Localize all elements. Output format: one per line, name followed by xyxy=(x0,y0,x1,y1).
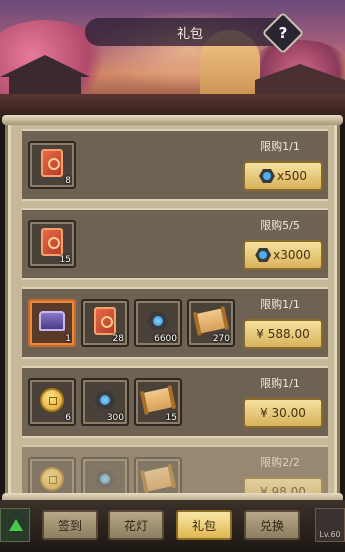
scroll-icon xyxy=(196,308,226,334)
frame-rail-top xyxy=(2,115,343,125)
scroll-icon xyxy=(143,466,173,492)
item-slot[interactable]: 6 xyxy=(28,378,76,426)
gem-currency-icon xyxy=(255,248,272,262)
red-card-icon xyxy=(41,149,63,178)
red-card-icon xyxy=(94,307,116,336)
item-qty: 15 xyxy=(165,413,177,423)
scroll-icon xyxy=(143,387,173,413)
purchase-limit: 限购1/1 xyxy=(260,298,300,311)
buy-price: x3000 xyxy=(273,248,311,262)
item-qty: 270 xyxy=(212,334,230,344)
buy-button[interactable]: x500 xyxy=(243,161,323,191)
pack-items xyxy=(28,457,182,494)
buy-price: x500 xyxy=(276,169,307,183)
purchase-limit: 限购1/1 xyxy=(260,140,300,153)
pack-row: 8 限购1/1 x500 xyxy=(22,129,328,201)
tab-lanterns[interactable]: 花灯 xyxy=(108,510,164,540)
buy-price: ¥ 588.00 xyxy=(256,327,310,341)
tab-exchange[interactable]: 兑换 xyxy=(244,510,300,540)
item-slot[interactable] xyxy=(28,457,76,494)
red-card-icon xyxy=(41,228,63,257)
buy-price: ¥ 30.00 xyxy=(260,406,306,420)
item-slot[interactable] xyxy=(134,457,182,494)
item-qty: 6 xyxy=(65,413,71,423)
pack-list-frame: 8 限购1/1 x500 15 限购5/5 x3000 1 28 6600 27… xyxy=(2,115,343,503)
item-slot[interactable]: 8 xyxy=(28,141,76,189)
pack-row: 15 限购5/5 x3000 xyxy=(22,208,328,280)
purchase-limit: 限购2/2 xyxy=(260,456,300,469)
pack-list[interactable]: 8 限购1/1 x500 15 限购5/5 x3000 1 28 6600 27… xyxy=(22,129,328,494)
purchase-limit: 限购5/5 xyxy=(260,219,300,232)
bottom-nav: 签到 花灯 礼包 兑换 Lv.60 xyxy=(0,500,345,552)
item-slot[interactable]: 28 xyxy=(81,299,129,347)
purchase-limit: 限购1/1 xyxy=(260,377,300,390)
gold-coin-icon xyxy=(40,467,64,492)
treasure-chest-icon xyxy=(39,311,65,332)
item-slot[interactable]: 270 xyxy=(187,299,235,347)
item-qty: 1 xyxy=(65,334,71,344)
pack-row: 限购2/2 ¥ 98.00 xyxy=(22,445,328,494)
item-qty: 28 xyxy=(112,334,124,344)
buy-button[interactable]: ¥ 98.00 xyxy=(243,477,323,494)
buy-button[interactable]: ¥ 30.00 xyxy=(243,398,323,428)
gem-currency-icon xyxy=(258,169,275,183)
buy-button[interactable]: x3000 xyxy=(243,240,323,270)
pack-row: 1 28 6600 270 限购1/1 ¥ 588.00 xyxy=(22,287,328,359)
item-qty: 8 xyxy=(65,176,71,186)
pack-items: 15 xyxy=(28,220,76,268)
level-up-button[interactable] xyxy=(0,508,30,542)
question-icon: ? xyxy=(278,24,288,42)
item-slot[interactable] xyxy=(81,457,129,494)
pack-items: 6 300 15 xyxy=(28,378,182,426)
item-qty: 300 xyxy=(106,413,124,423)
item-slot[interactable]: 15 xyxy=(134,378,182,426)
tab-packs[interactable]: 礼包 xyxy=(176,510,232,540)
item-slot[interactable]: 15 xyxy=(28,220,76,268)
pack-items: 8 xyxy=(28,141,76,189)
pack-row: 6 300 15 限购1/1 ¥ 30.00 xyxy=(22,366,328,438)
item-qty: 15 xyxy=(59,255,71,265)
item-qty: 6600 xyxy=(154,334,177,344)
blue-gem-icon xyxy=(94,391,116,410)
up-arrow-icon xyxy=(9,519,23,531)
buy-button[interactable]: ¥ 588.00 xyxy=(243,319,323,349)
gold-coin-icon xyxy=(40,388,64,413)
level-badge: Lv.60 xyxy=(315,508,345,542)
item-slot[interactable]: 1 xyxy=(28,299,76,347)
blue-gem-icon xyxy=(147,312,169,331)
tab-sign-in[interactable]: 签到 xyxy=(42,510,98,540)
blue-gem-icon xyxy=(94,470,116,489)
item-slot[interactable]: 6600 xyxy=(134,299,182,347)
banner-artwork: 礼包 ? xyxy=(0,0,345,122)
item-slot[interactable]: 300 xyxy=(81,378,129,426)
pack-items: 1 28 6600 270 xyxy=(28,299,235,347)
